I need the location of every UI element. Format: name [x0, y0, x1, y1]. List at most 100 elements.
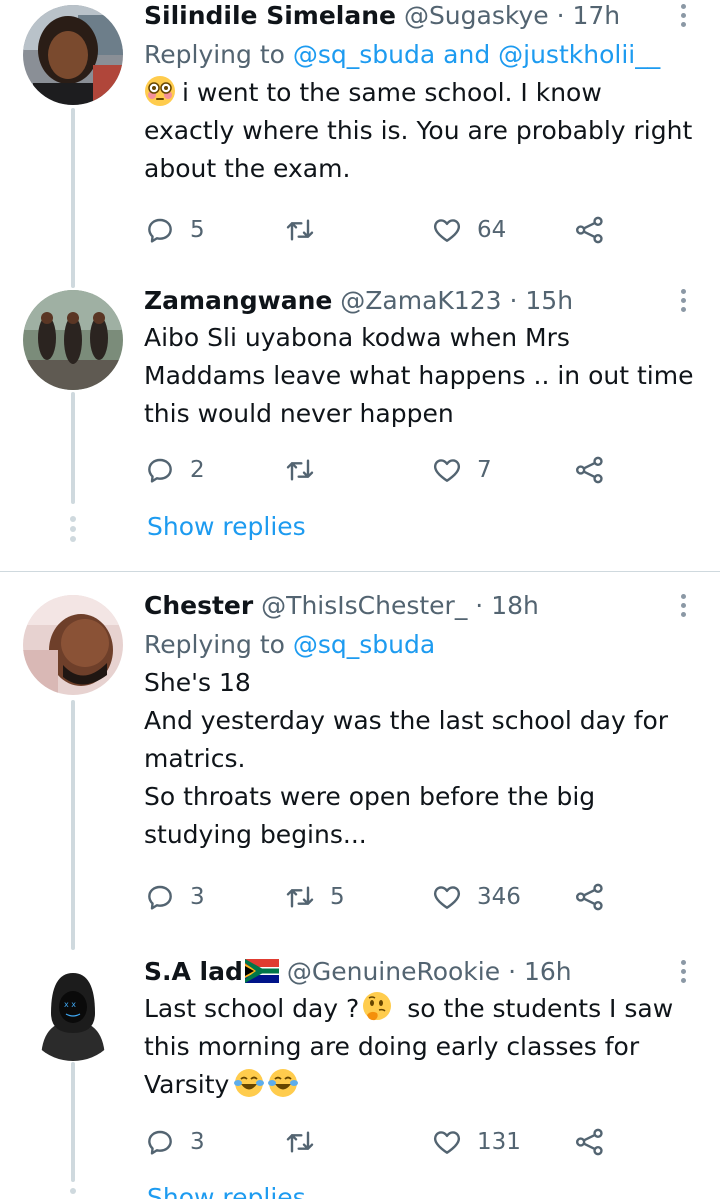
share-icon	[576, 1128, 603, 1156]
replying-to-label: Replying to	[144, 630, 293, 659]
timestamp[interactable]: 16h	[524, 957, 572, 986]
reply-count: 5	[190, 217, 205, 243]
author-handle[interactable]: @ZamaK123	[340, 286, 501, 315]
avatar[interactable]	[23, 5, 123, 105]
reply-count: 2	[190, 457, 205, 483]
heart-icon	[433, 219, 461, 242]
tweet[interactable]: Silindile Simelane @Sugaskye · 17h Reply…	[0, 0, 720, 290]
avatar[interactable]	[23, 290, 123, 390]
tweet-actions: 5 64	[144, 210, 624, 250]
separator-dot: ·	[556, 1, 565, 30]
heart-icon	[433, 1131, 461, 1154]
reply-button[interactable]: 3	[144, 1122, 205, 1162]
like-button[interactable]: 131	[431, 1122, 521, 1162]
like-count: 131	[477, 1129, 521, 1155]
tweet-line: Varsity	[144, 1070, 230, 1099]
tweet-line: about the exam.	[144, 154, 351, 183]
collapsed-thread-dots	[69, 516, 77, 546]
tweet-actions: 3 131	[144, 1122, 624, 1162]
author-name[interactable]: Zamangwane	[144, 286, 332, 315]
tweet-text: i went to the same school. I know exactl…	[144, 74, 700, 188]
tweet-line: i went to the same school. I know	[182, 78, 602, 107]
timestamp[interactable]: 17h	[573, 1, 621, 30]
tweet-header: Chester @ThisIsChester_ · 18h	[144, 590, 700, 622]
retweet-icon	[286, 886, 314, 908]
more-options-icon[interactable]	[672, 289, 694, 319]
tweet-line: this morning are doing early classes for	[144, 1032, 640, 1061]
face-with-tears-of-joy-emoji	[267, 1067, 299, 1099]
tweet-header: Silindile Simelane @Sugaskye · 17h	[144, 0, 700, 32]
tweet-line: matrics.	[144, 744, 246, 773]
like-count: 346	[477, 884, 521, 910]
tweet-line: Last school day ?	[144, 994, 360, 1023]
retweet-icon	[286, 219, 314, 241]
thinking-face-emoji	[361, 991, 393, 1023]
tweet-line: studying begins...	[144, 820, 367, 849]
share-button[interactable]	[574, 877, 606, 917]
tweet[interactable]: Zamangwane @ZamaK123 · 15h Aibo Sli uyab…	[0, 285, 720, 575]
retweet-button[interactable]	[284, 450, 316, 490]
reply-icon	[148, 885, 172, 910]
more-options-icon[interactable]	[672, 4, 694, 34]
retweet-button[interactable]: 5	[284, 877, 345, 917]
reply-count: 3	[190, 1129, 205, 1155]
like-button[interactable]: 7	[431, 450, 492, 490]
author-handle[interactable]: @Sugaskye	[404, 1, 549, 30]
tweet-text: Aibo Sli uyabona kodwa when Mrs Maddams …	[144, 319, 700, 433]
reply-count: 3	[190, 884, 205, 910]
more-options-icon[interactable]	[672, 594, 694, 624]
heart-icon	[433, 886, 461, 909]
author-name[interactable]: Silindile Simelane	[144, 1, 396, 30]
tweet-line: So throats were open before the big	[144, 782, 596, 811]
share-button[interactable]	[574, 450, 606, 490]
timestamp[interactable]: 15h	[525, 286, 573, 315]
like-count: 7	[477, 457, 492, 483]
tweet-line: Maddams leave what happens .. in out tim…	[144, 361, 694, 390]
tweet[interactable]: x x S.A lad @GenuineRookie · 16h Last sc…	[0, 956, 720, 1199]
collapsed-thread-dots	[69, 1188, 77, 1198]
separator-dot: ·	[475, 591, 484, 620]
author-name[interactable]: Chester	[144, 591, 253, 620]
show-replies-link[interactable]: Show replies	[147, 512, 306, 541]
reply-icon	[148, 218, 172, 243]
tweet-header: S.A lad @GenuineRookie · 16h	[144, 956, 700, 988]
reply-button[interactable]: 5	[144, 210, 205, 250]
reply-icon	[148, 1130, 172, 1155]
tweet-line: She's 18	[144, 668, 251, 697]
tweet[interactable]: Chester @ThisIsChester_ · 18h Replying t…	[0, 590, 720, 950]
flushed-face-emoji	[144, 75, 176, 107]
tweet-actions: 2 7	[144, 450, 624, 490]
mention-link[interactable]: @sq_sbuda	[293, 630, 435, 659]
reply-button[interactable]: 2	[144, 450, 205, 490]
author-handle[interactable]: @GenuineRookie	[287, 957, 500, 986]
svg-text:x x: x x	[64, 1000, 76, 1009]
tweet-text: She's 18 And yesterday was the last scho…	[144, 664, 700, 854]
tweet-text: Last school day ? so the students I saw …	[144, 990, 700, 1104]
tweet-actions: 3 5 346	[144, 877, 624, 917]
share-button[interactable]	[574, 1122, 606, 1162]
avatar[interactable]: x x	[23, 961, 123, 1061]
like-button[interactable]: 346	[431, 877, 521, 917]
retweet-button[interactable]	[284, 210, 316, 250]
tweet-line: Aibo Sli uyabona kodwa when Mrs	[144, 323, 570, 352]
share-button[interactable]	[574, 210, 606, 250]
share-icon	[576, 216, 603, 244]
author-handle[interactable]: @ThisIsChester_	[261, 591, 467, 620]
avatar[interactable]	[23, 595, 123, 695]
timestamp[interactable]: 18h	[491, 591, 539, 620]
author-name[interactable]: S.A lad	[144, 957, 243, 986]
retweet-button[interactable]	[284, 1122, 316, 1162]
like-count: 64	[477, 217, 507, 243]
more-options-icon[interactable]	[672, 960, 694, 990]
like-button[interactable]: 64	[431, 210, 506, 250]
reply-button[interactable]: 3	[144, 877, 205, 917]
tweet-line: this would never happen	[144, 399, 454, 428]
mention-link[interactable]: @sq_sbuda and @justkholii__	[293, 40, 660, 69]
retweet-icon	[286, 459, 314, 481]
face-with-tears-of-joy-emoji	[233, 1067, 265, 1099]
tweet-line: exactly where this is. You are probably …	[144, 116, 693, 145]
heart-icon	[433, 459, 461, 482]
separator-dot: ·	[509, 286, 518, 315]
share-icon	[576, 883, 603, 911]
show-replies-link[interactable]: Show replies	[147, 1183, 306, 1199]
